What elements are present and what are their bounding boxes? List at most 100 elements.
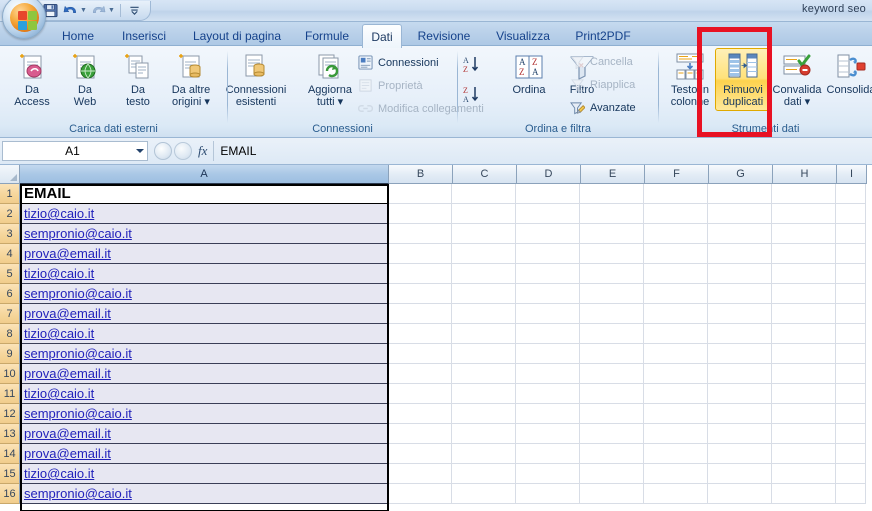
row-header-10[interactable]: 10 [0,364,20,384]
row-header-6[interactable]: 6 [0,284,20,304]
cell-B9[interactable] [388,344,452,364]
cell-G4[interactable] [708,244,772,264]
cell-A7[interactable]: prova@email.it [20,304,388,324]
cell-D3[interactable] [516,224,580,244]
cell-F15[interactable] [644,464,708,484]
cell-G14[interactable] [708,444,772,464]
cell-B1[interactable] [388,184,452,204]
email-hyperlink[interactable]: tizio@caio.it [24,206,94,221]
customize-qat-icon[interactable] [126,3,143,19]
cell-F3[interactable] [644,224,708,244]
cell-D6[interactable] [516,284,580,304]
cell-G2[interactable] [708,204,772,224]
row-header-12[interactable]: 12 [0,404,20,424]
email-hyperlink[interactable]: tizio@caio.it [24,466,94,481]
column-header-B[interactable]: B [389,165,453,184]
cell-B15[interactable] [388,464,452,484]
cell-B16[interactable] [388,484,452,504]
cell-H11[interactable] [772,384,836,404]
cell-E6[interactable] [580,284,644,304]
cell-F14[interactable] [644,444,708,464]
email-hyperlink[interactable]: sempronio@caio.it [24,486,132,501]
da-web-button[interactable]: Da Web [57,49,113,108]
select-all-corner-button[interactable] [0,165,20,184]
cell-I12[interactable] [836,404,866,424]
cell-A14[interactable]: prova@email.it [20,444,388,464]
cell-H9[interactable] [772,344,836,364]
cell-A2[interactable]: tizio@caio.it [20,204,388,224]
riapplica-item[interactable]: Riapplica [570,77,635,92]
email-hyperlink[interactable]: tizio@caio.it [24,326,94,341]
cell-E8[interactable] [580,324,644,344]
tab-formule[interactable]: Formule [296,24,358,47]
cell-E16[interactable] [580,484,644,504]
cell-C12[interactable] [452,404,516,424]
cell-C5[interactable] [452,264,516,284]
column-header-E[interactable]: E [581,165,645,184]
cell-F16[interactable] [644,484,708,504]
tab-revisione[interactable]: Revisione [408,24,480,47]
cell-E14[interactable] [580,444,644,464]
sort-ascending-button[interactable]: AZ [462,54,488,74]
cell-H13[interactable] [772,424,836,444]
cell-H2[interactable] [772,204,836,224]
cell-A11[interactable]: tizio@caio.it [20,384,388,404]
cell-E2[interactable] [580,204,644,224]
tab-dati[interactable]: Dati [362,24,402,48]
row-header-5[interactable]: 5 [0,264,20,284]
cell-A13[interactable]: prova@email.it [20,424,388,444]
rimuovi-duplicati-button[interactable]: Rimuovi duplicati [715,48,771,111]
avanzate-item[interactable]: Avanzate [570,100,636,115]
cell-B2[interactable] [388,204,452,224]
email-hyperlink[interactable]: tizio@caio.it [24,266,94,281]
cell-C13[interactable] [452,424,516,444]
cell-E5[interactable] [580,264,644,284]
tab-layout-di-pagina[interactable]: Layout di pagina [182,24,292,47]
column-header-A[interactable]: A [20,165,389,184]
cell-E1[interactable] [580,184,644,204]
cell-E13[interactable] [580,424,644,444]
undo-icon[interactable] [62,3,79,19]
row-header-4[interactable]: 4 [0,244,20,264]
cell-G13[interactable] [708,424,772,444]
da-testo-button[interactable]: Da testo [110,49,166,108]
cell-G3[interactable] [708,224,772,244]
aggiorna-tutti-button[interactable]: Aggiorna tutti ▾ [302,49,358,108]
cell-C2[interactable] [452,204,516,224]
cell-D4[interactable] [516,244,580,264]
email-hyperlink[interactable]: prova@email.it [24,446,111,461]
cell-B14[interactable] [388,444,452,464]
testo-in-colonne-button[interactable]: Testo in colonne [662,49,718,108]
cell-A9[interactable]: sempronio@caio.it [20,344,388,364]
connessioni-item[interactable]: Connessioni [358,55,439,70]
row-header-11[interactable]: 11 [0,384,20,404]
cell-C4[interactable] [452,244,516,264]
cell-G7[interactable] [708,304,772,324]
cell-A4[interactable]: prova@email.it [20,244,388,264]
cell-F1[interactable] [644,184,708,204]
column-header-C[interactable]: C [453,165,517,184]
cancel-icon[interactable] [154,142,172,160]
cell-D12[interactable] [516,404,580,424]
cell-I15[interactable] [836,464,866,484]
cell-H5[interactable] [772,264,836,284]
cell-E15[interactable] [580,464,644,484]
cell-A12[interactable]: sempronio@caio.it [20,404,388,424]
email-hyperlink[interactable]: sempronio@caio.it [24,406,132,421]
cell-A15[interactable]: tizio@caio.it [20,464,388,484]
row-header-14[interactable]: 14 [0,444,20,464]
connessioni-esistenti-button[interactable]: Connessioni esistenti [226,49,286,108]
cell-F12[interactable] [644,404,708,424]
cell-G8[interactable] [708,324,772,344]
cell-G5[interactable] [708,264,772,284]
column-header-I[interactable]: I [837,165,867,184]
cell-B7[interactable] [388,304,452,324]
cell-C10[interactable] [452,364,516,384]
tab-print2pdf[interactable]: Print2PDF [566,24,640,47]
cell-A10[interactable]: prova@email.it [20,364,388,384]
cell-B6[interactable] [388,284,452,304]
cell-G11[interactable] [708,384,772,404]
cell-I11[interactable] [836,384,866,404]
cell-H15[interactable] [772,464,836,484]
row-header-1[interactable]: 1 [0,184,20,204]
